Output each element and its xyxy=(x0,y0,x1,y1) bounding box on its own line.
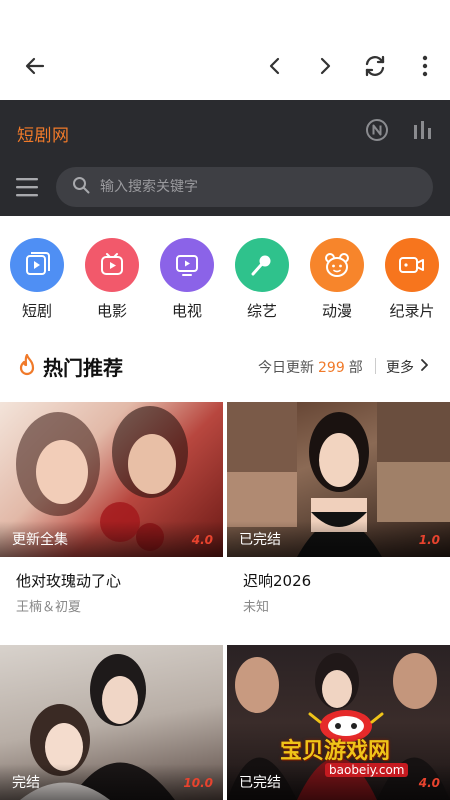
tv-icon xyxy=(160,238,214,292)
card-subtitle: 王楠＆初夏 xyxy=(16,600,82,615)
poster-image[interactable]: 完结 10.0 xyxy=(0,645,223,800)
status-badge: 更新全集 xyxy=(12,532,68,548)
status-badge: 完结 xyxy=(12,775,40,791)
category-anime[interactable]: 动漫 xyxy=(307,238,367,321)
update-prefix: 今日更新 xyxy=(258,360,314,376)
hot-section-header: 热门推荐 今日更新 299 部 更多 xyxy=(0,345,450,385)
chevron-right-icon xyxy=(420,359,428,375)
refresh-icon[interactable] xyxy=(359,50,391,82)
site-title[interactable]: 短剧网 xyxy=(17,121,70,146)
status-badge: 已完结 xyxy=(239,775,281,791)
search-bar[interactable] xyxy=(56,167,433,207)
category-label: 综艺 xyxy=(246,302,277,320)
card-title[interactable]: 他对玫瑰动了心 xyxy=(16,570,121,591)
score-badge: 4.0 xyxy=(418,776,440,790)
category-label: 电影 xyxy=(96,302,127,320)
category-label: 短剧 xyxy=(21,302,52,320)
drama-card[interactable]: 更新全集 4.0 他对玫瑰动了心 王楠＆初夏 xyxy=(0,402,223,642)
drama-card[interactable]: 已完结 1.0 迟响2026 未知 xyxy=(227,402,450,642)
drama-card[interactable]: 完结 10.0 xyxy=(0,645,223,800)
browser-toolbar xyxy=(0,0,450,100)
category-label: 纪录片 xyxy=(389,302,435,320)
back-arrow-icon[interactable] xyxy=(19,50,51,82)
score-badge: 10.0 xyxy=(183,776,213,790)
status-badge: 已完结 xyxy=(239,532,281,548)
chevron-right-icon[interactable] xyxy=(309,50,341,82)
daily-update-info: 今日更新 299 部 xyxy=(258,357,363,377)
n-circle-icon[interactable] xyxy=(363,116,391,144)
category-tv[interactable]: 电视 xyxy=(157,238,217,321)
watermark-text: 宝贝游戏网 xyxy=(280,739,391,764)
more-button[interactable]: 更多 xyxy=(386,357,428,377)
poster-image[interactable]: 更新全集 4.0 xyxy=(0,402,223,557)
poster-image[interactable]: 已完结 1.0 xyxy=(227,402,450,557)
category-short-drama[interactable]: 短剧 xyxy=(7,238,67,321)
score-badge: 1.0 xyxy=(418,533,440,547)
divider xyxy=(375,358,376,374)
fire-icon xyxy=(16,353,38,382)
mic-icon xyxy=(235,238,289,292)
chevron-left-icon[interactable] xyxy=(259,50,291,82)
more-label: 更多 xyxy=(386,360,414,376)
video-icon xyxy=(10,238,64,292)
category-label: 电视 xyxy=(171,302,202,320)
camera-icon xyxy=(385,238,439,292)
score-badge: 4.0 xyxy=(191,533,213,547)
card-subtitle: 未知 xyxy=(243,600,270,615)
card-title[interactable]: 迟响2026 xyxy=(243,570,311,591)
category-label: 动漫 xyxy=(321,302,352,320)
category-documentary[interactable]: 纪录片 xyxy=(382,238,442,321)
chart-bars-icon[interactable] xyxy=(408,116,436,144)
anime-face-icon xyxy=(310,238,364,292)
film-icon xyxy=(85,238,139,292)
update-suffix: 部 xyxy=(348,360,363,376)
search-icon xyxy=(72,176,90,198)
section-title: 热门推荐 xyxy=(43,356,123,380)
category-variety[interactable]: 综艺 xyxy=(232,238,292,321)
search-input[interactable] xyxy=(100,179,400,195)
category-nav: 短剧 电影 电视 综艺 动漫 纪录片 xyxy=(0,230,450,326)
hamburger-menu-icon[interactable] xyxy=(16,176,40,198)
watermark-url: baobeiy.com xyxy=(325,763,409,777)
more-vertical-icon[interactable] xyxy=(409,50,441,82)
update-count: 299 xyxy=(318,360,345,376)
category-movie[interactable]: 电影 xyxy=(82,238,142,321)
